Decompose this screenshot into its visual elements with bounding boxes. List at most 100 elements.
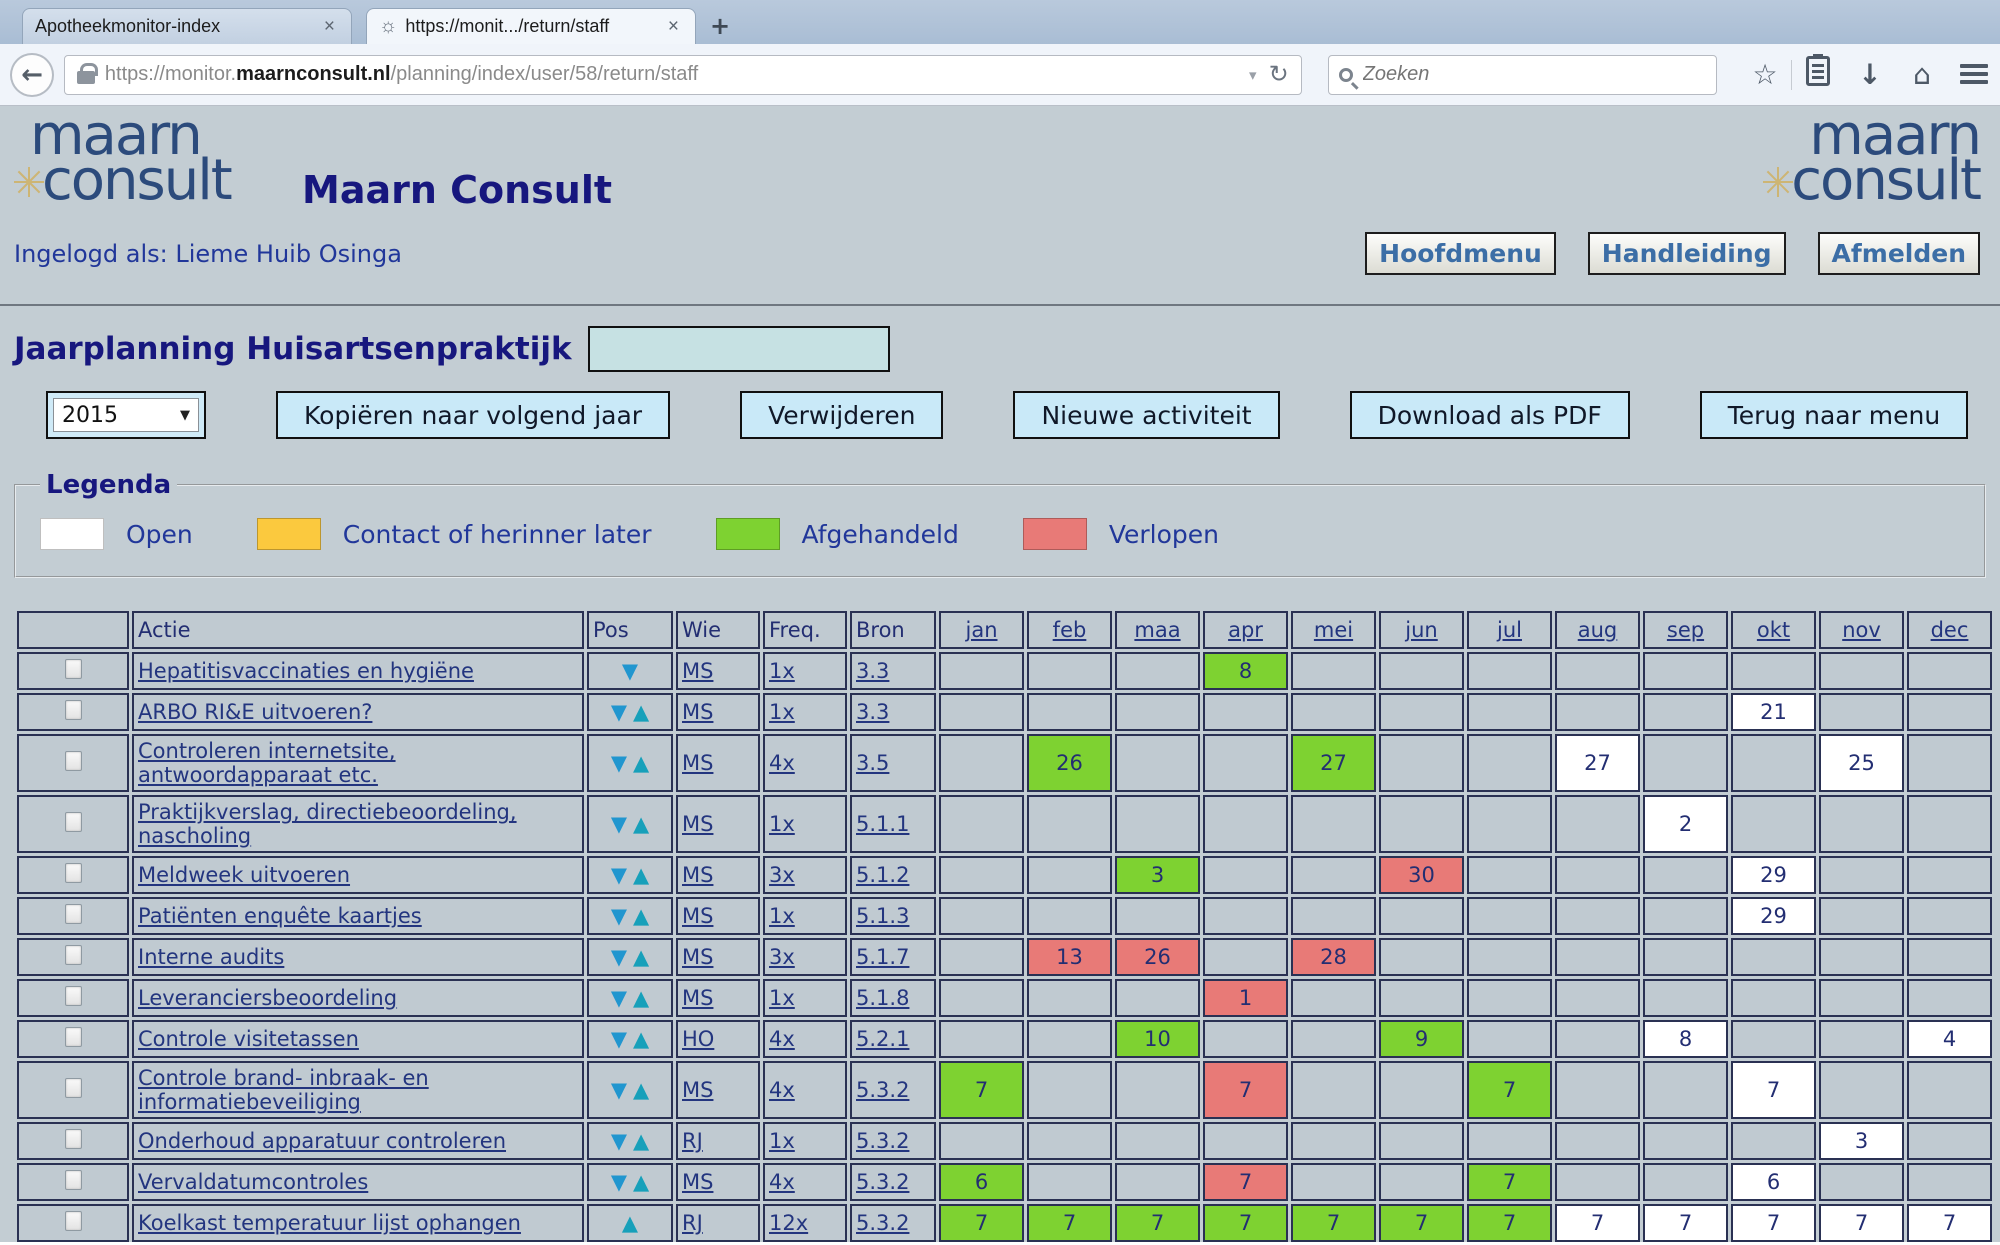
move-down-icon[interactable]: ▼ bbox=[608, 863, 630, 887]
action-link[interactable]: Praktijkverslag, directiebeoordeling, na… bbox=[138, 800, 517, 848]
title-filter-input[interactable] bbox=[588, 326, 890, 372]
action-link[interactable]: Leveranciersbeoordeling bbox=[138, 986, 397, 1010]
month-cell[interactable]: 28 bbox=[1291, 938, 1376, 976]
month-link[interactable]: maa bbox=[1134, 618, 1180, 642]
month-cell[interactable]: 7 bbox=[1819, 1204, 1904, 1242]
move-up-icon[interactable]: ▲ bbox=[630, 700, 652, 724]
bron-link[interactable]: 3.3 bbox=[856, 700, 889, 724]
bron-link[interactable]: 5.3.2 bbox=[856, 1170, 909, 1194]
header-button-hoofdmenu[interactable]: Hoofdmenu bbox=[1365, 232, 1556, 275]
action-link[interactable]: Meldweek uitvoeren bbox=[138, 863, 350, 887]
close-icon[interactable]: × bbox=[664, 16, 683, 38]
row-checkbox[interactable] bbox=[65, 904, 82, 924]
month-cell[interactable]: 27 bbox=[1555, 734, 1640, 792]
freq-link[interactable]: 4x bbox=[769, 751, 795, 775]
reload-icon[interactable]: ↻ bbox=[1265, 60, 1293, 89]
move-down-icon[interactable]: ▼ bbox=[608, 1078, 630, 1102]
row-checkbox[interactable] bbox=[65, 1078, 82, 1098]
freq-link[interactable]: 3x bbox=[769, 863, 795, 887]
month-cell[interactable]: 13 bbox=[1027, 938, 1112, 976]
move-down-icon[interactable]: ▼ bbox=[619, 659, 641, 683]
bron-link[interactable]: 5.2.1 bbox=[856, 1027, 909, 1051]
freq-link[interactable]: 4x bbox=[769, 1170, 795, 1194]
move-down-icon[interactable]: ▼ bbox=[608, 700, 630, 724]
month-cell[interactable]: 29 bbox=[1731, 897, 1816, 935]
move-up-icon[interactable]: ▲ bbox=[630, 1027, 652, 1051]
wie-link[interactable]: MS bbox=[682, 659, 713, 683]
move-down-icon[interactable]: ▼ bbox=[608, 945, 630, 969]
row-checkbox[interactable] bbox=[65, 1211, 82, 1231]
freq-link[interactable]: 1x bbox=[769, 700, 795, 724]
action-link[interactable]: Controleren internetsite, antwoordappara… bbox=[138, 739, 396, 787]
move-up-icon[interactable]: ▲ bbox=[630, 863, 652, 887]
month-cell[interactable]: 4 bbox=[1907, 1020, 1992, 1058]
freq-link[interactable]: 1x bbox=[769, 812, 795, 836]
row-checkbox[interactable] bbox=[65, 863, 82, 883]
month-link[interactable]: jun bbox=[1405, 618, 1437, 642]
freq-link[interactable]: 4x bbox=[769, 1027, 795, 1051]
move-up-icon[interactable]: ▲ bbox=[630, 986, 652, 1010]
month-cell[interactable]: 3 bbox=[1819, 1122, 1904, 1160]
bron-link[interactable]: 5.1.3 bbox=[856, 904, 909, 928]
freq-link[interactable]: 12x bbox=[769, 1211, 808, 1235]
close-icon[interactable]: × bbox=[320, 16, 339, 38]
freq-link[interactable]: 1x bbox=[769, 1129, 795, 1153]
action-button[interactable]: Verwijderen bbox=[740, 391, 943, 439]
new-tab-button[interactable]: + bbox=[696, 12, 744, 44]
header-button-afmelden[interactable]: Afmelden bbox=[1818, 232, 1980, 275]
row-checkbox[interactable] bbox=[65, 751, 82, 771]
month-cell[interactable]: 7 bbox=[1027, 1204, 1112, 1242]
month-cell[interactable]: 25 bbox=[1819, 734, 1904, 792]
wie-link[interactable]: MS bbox=[682, 700, 713, 724]
move-down-icon[interactable]: ▼ bbox=[608, 812, 630, 836]
move-up-icon[interactable]: ▲ bbox=[630, 904, 652, 928]
month-cell[interactable]: 7 bbox=[1467, 1204, 1552, 1242]
downloads-icon[interactable]: ↓ bbox=[1844, 58, 1896, 91]
month-cell[interactable]: 26 bbox=[1027, 734, 1112, 792]
wie-link[interactable]: MS bbox=[682, 1078, 713, 1102]
month-link[interactable]: apr bbox=[1228, 618, 1263, 642]
month-cell[interactable]: 26 bbox=[1115, 938, 1200, 976]
month-cell[interactable]: 7 bbox=[1203, 1204, 1288, 1242]
month-cell[interactable]: 7 bbox=[1555, 1204, 1640, 1242]
month-cell[interactable]: 1 bbox=[1203, 979, 1288, 1017]
search-input[interactable] bbox=[1363, 63, 1706, 86]
month-cell[interactable]: 7 bbox=[939, 1204, 1024, 1242]
month-cell[interactable]: 7 bbox=[1907, 1204, 1992, 1242]
row-checkbox[interactable] bbox=[65, 1129, 82, 1149]
bron-link[interactable]: 5.1.7 bbox=[856, 945, 909, 969]
month-link[interactable]: okt bbox=[1757, 618, 1790, 642]
action-link[interactable]: Controle brand- inbraak- en informatiebe… bbox=[138, 1066, 429, 1114]
move-up-icon[interactable]: ▲ bbox=[619, 1211, 641, 1235]
bron-link[interactable]: 5.1.1 bbox=[856, 812, 909, 836]
move-down-icon[interactable]: ▼ bbox=[608, 1170, 630, 1194]
action-link[interactable]: Vervaldatumcontroles bbox=[138, 1170, 368, 1194]
tab-apotheekmonitor[interactable]: Apotheekmonitor-index × bbox=[22, 8, 352, 44]
month-cell[interactable]: 9 bbox=[1379, 1020, 1464, 1058]
month-cell[interactable]: 27 bbox=[1291, 734, 1376, 792]
move-up-icon[interactable]: ▲ bbox=[630, 1129, 652, 1153]
action-button[interactable]: Nieuwe activiteit bbox=[1013, 391, 1279, 439]
header-button-handleiding[interactable]: Handleiding bbox=[1588, 232, 1786, 275]
bron-link[interactable]: 5.3.2 bbox=[856, 1211, 909, 1235]
wie-link[interactable]: RJ bbox=[682, 1129, 703, 1153]
move-up-icon[interactable]: ▲ bbox=[630, 1170, 652, 1194]
bron-link[interactable]: 5.3.2 bbox=[856, 1078, 909, 1102]
wie-link[interactable]: HO bbox=[682, 1027, 714, 1051]
action-link[interactable]: Hepatitisvaccinaties en hygiëne bbox=[138, 659, 474, 683]
tab-planning-active[interactable]: ☼ https://monit.../return/staff × bbox=[366, 8, 696, 44]
bron-link[interactable]: 5.1.8 bbox=[856, 986, 909, 1010]
move-down-icon[interactable]: ▼ bbox=[608, 1027, 630, 1051]
row-checkbox[interactable] bbox=[65, 945, 82, 965]
month-cell[interactable]: 21 bbox=[1731, 693, 1816, 731]
month-cell[interactable]: 7 bbox=[939, 1061, 1024, 1119]
month-cell[interactable]: 6 bbox=[1731, 1163, 1816, 1201]
freq-link[interactable]: 3x bbox=[769, 945, 795, 969]
move-up-icon[interactable]: ▲ bbox=[630, 945, 652, 969]
home-icon[interactable]: ⌂ bbox=[1896, 58, 1948, 91]
bookmark-star-icon[interactable]: ☆ bbox=[1739, 58, 1791, 91]
move-down-icon[interactable]: ▼ bbox=[608, 1129, 630, 1153]
wie-link[interactable]: MS bbox=[682, 751, 713, 775]
month-link[interactable]: jul bbox=[1497, 618, 1522, 642]
month-cell[interactable]: 7 bbox=[1203, 1163, 1288, 1201]
